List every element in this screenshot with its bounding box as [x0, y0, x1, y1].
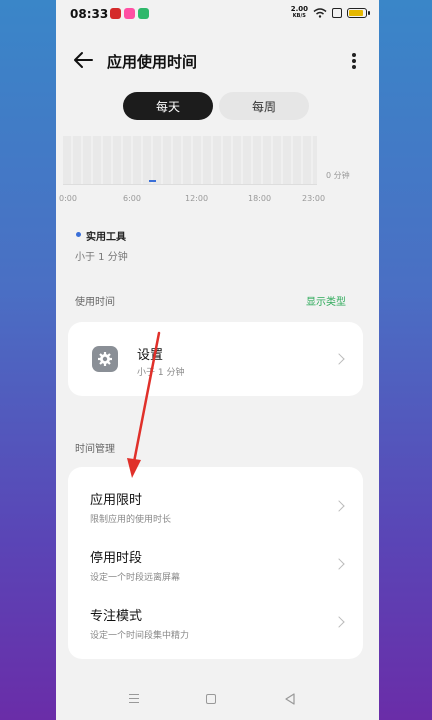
legend-category: 实用工具: [86, 232, 126, 243]
notification-app-icon: [110, 8, 121, 19]
recent-apps-icon[interactable]: [129, 694, 139, 706]
focus-mode-title: 专注模式: [90, 609, 143, 624]
usage-section-label: 使用时间: [75, 297, 115, 308]
app-usage: 小于 1 分钟: [137, 368, 185, 378]
chart-baseline: [63, 184, 317, 185]
x-tick-label: 18:00: [248, 194, 272, 203]
management-section-label: 时间管理: [75, 444, 115, 455]
downtime-title: 停用时段: [90, 551, 143, 566]
gear-icon: [92, 346, 118, 372]
page-title: 应用使用时间: [107, 53, 198, 71]
chevron-right-icon: [333, 353, 345, 365]
chevron-right-icon: [333, 500, 345, 512]
network-rate: 2.00 KB/S: [290, 5, 308, 20]
display-type-link[interactable]: 显示类型: [306, 293, 346, 308]
chevron-right-icon: [333, 616, 345, 628]
notification-app-icon: [124, 8, 135, 19]
tab-weekly[interactable]: 每周: [219, 92, 309, 120]
chevron-right-icon: [333, 558, 345, 570]
legend-dot: [76, 232, 81, 237]
downtime-item[interactable]: 停用时段 设定一个时段远离屏幕: [68, 535, 363, 593]
notification-app-icon: [138, 8, 149, 19]
chart-plot-area: [63, 136, 317, 184]
y-axis-label: 0 分钟: [326, 171, 350, 180]
tab-daily[interactable]: 每天: [123, 92, 213, 120]
x-tick-label: 12:00: [185, 194, 209, 203]
wifi-icon: [313, 8, 327, 18]
back-arrow-icon[interactable]: [72, 50, 94, 70]
app-limit-subtitle: 限制应用的使用时长: [90, 515, 172, 525]
status-time: 08:33: [70, 7, 109, 21]
app-list-card: 设置 小于 1 分钟: [68, 322, 363, 396]
back-triangle-icon[interactable]: [284, 693, 296, 705]
status-icons: 2.00 KB/S: [290, 5, 370, 20]
phone-screen: 08:33 2.00 KB/S 应用使用时间 每天 每周 0 分钟 0:00 6…: [56, 0, 379, 720]
legend-value: 小于 1 分钟: [75, 252, 128, 263]
more-options-icon[interactable]: [351, 52, 357, 70]
app-row-settings[interactable]: 设置 小于 1 分钟: [68, 322, 363, 396]
x-tick-label: 23:00: [302, 194, 326, 203]
sim-icon: [332, 8, 342, 18]
x-tick-label: 0:00: [59, 194, 77, 203]
battery-icon: [347, 8, 370, 18]
app-name: 设置: [137, 348, 164, 363]
focus-mode-subtitle: 设定一个时间段集中精力: [90, 631, 190, 641]
usage-chart: 0 分钟 0:00 6:00 12:00 18:00 23:00: [56, 136, 379, 216]
downtime-subtitle: 设定一个时段远离屏幕: [90, 573, 181, 583]
management-card: 应用限时 限制应用的使用时长 停用时段 设定一个时段远离屏幕 专注模式 设定一个…: [68, 467, 363, 659]
focus-mode-item[interactable]: 专注模式 设定一个时间段集中精力: [68, 593, 363, 651]
app-limit-title: 应用限时: [90, 493, 143, 508]
status-bar: 08:33 2.00 KB/S: [56, 0, 379, 28]
navigation-bar: [56, 684, 379, 720]
x-tick-label: 6:00: [123, 194, 141, 203]
home-icon[interactable]: [206, 694, 216, 704]
app-limit-item[interactable]: 应用限时 限制应用的使用时长: [68, 477, 363, 535]
chart-bar: [149, 180, 156, 182]
